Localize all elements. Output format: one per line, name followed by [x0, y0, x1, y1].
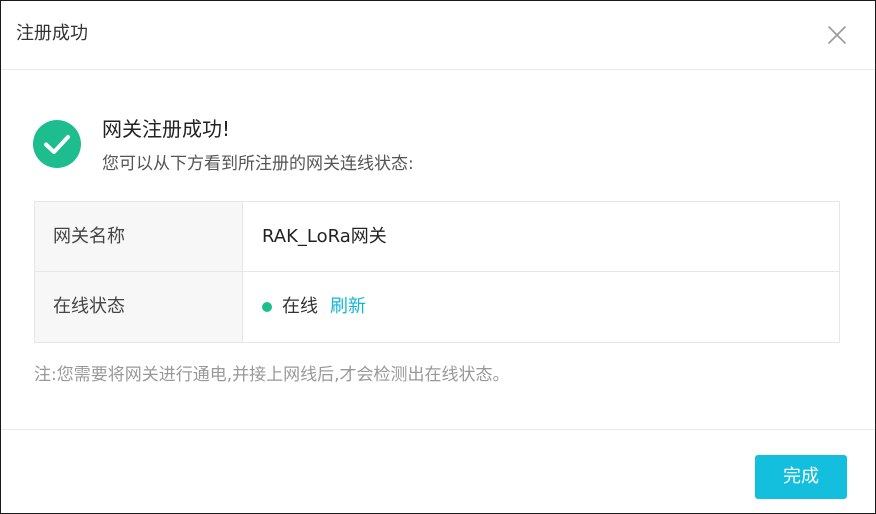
- close-icon[interactable]: [825, 23, 849, 47]
- gateway-name-value: RAK_LoRa网关: [262, 226, 387, 247]
- dialog-header: 注册成功: [1, 1, 875, 70]
- status-text: 在线: [282, 296, 318, 317]
- registration-success-dialog: 注册成功 网关注册成功! 您可以从下方看到所注册的网关连线状态: 网关名称 RA…: [0, 0, 876, 514]
- success-description: 您可以从下方看到所注册的网关连线状态:: [102, 154, 414, 174]
- note-text: 注:您需要将网关进行通电,并接上网线后,才会检测出在线状态。: [34, 365, 510, 385]
- done-button[interactable]: 完成: [755, 455, 847, 499]
- online-status-label: 在线状态: [53, 296, 125, 317]
- table-row: 在线状态 在线 刷新: [35, 272, 839, 342]
- table-row: 网关名称 RAK_LoRa网关: [35, 202, 839, 272]
- dialog-title: 注册成功: [16, 23, 88, 44]
- label-cell: 在线状态: [35, 272, 243, 342]
- success-title: 网关注册成功!: [102, 117, 231, 141]
- gateway-info-table: 网关名称 RAK_LoRa网关 在线状态 在线 刷新: [34, 201, 840, 343]
- gateway-name-label: 网关名称: [53, 226, 125, 247]
- check-circle-icon: [33, 120, 81, 168]
- label-cell: 网关名称: [35, 202, 243, 271]
- online-status-value: 在线 刷新: [262, 294, 366, 320]
- footer-divider: [1, 429, 875, 430]
- refresh-link[interactable]: 刷新: [330, 294, 366, 320]
- status-dot-icon: [262, 302, 272, 312]
